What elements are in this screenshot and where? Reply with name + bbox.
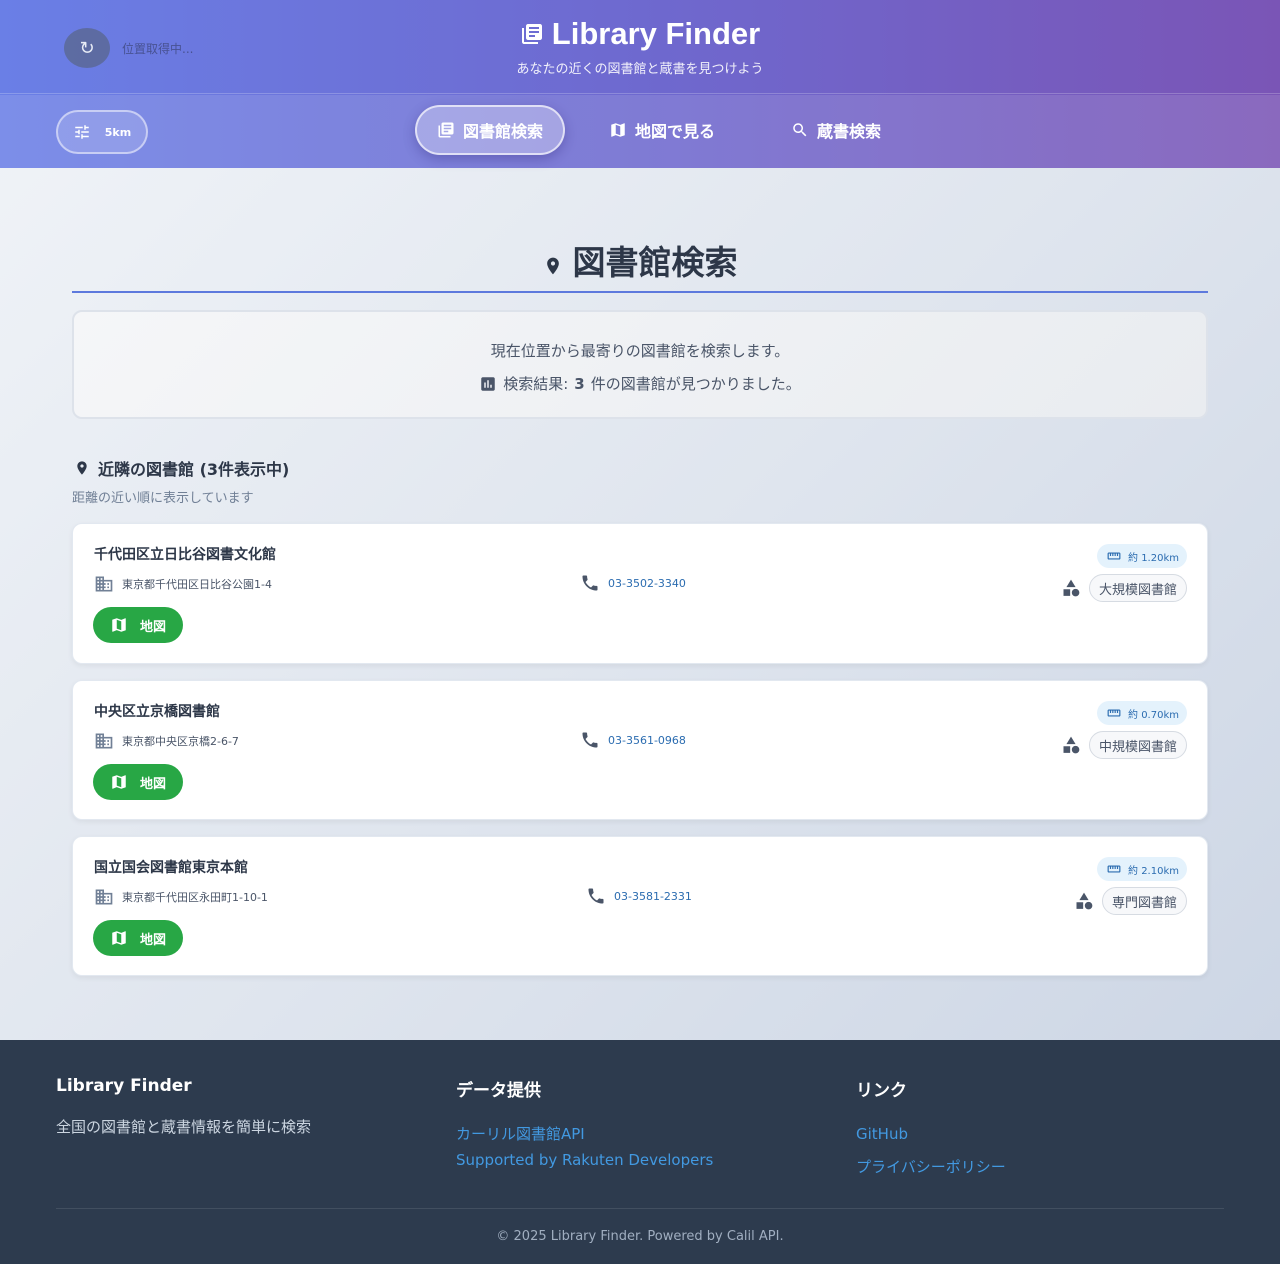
footer: Library Finder 全国の図書館と蔵書情報を簡単に検索 データ提供 カ… bbox=[0, 1040, 1280, 1264]
distance-text: 約 0.70km bbox=[1128, 709, 1179, 721]
footer-links: リンク GitHub プライバシーポリシー bbox=[856, 1076, 1006, 1180]
category-icon bbox=[1061, 578, 1081, 598]
github-link[interactable]: GitHub bbox=[856, 1121, 1006, 1147]
map-button[interactable]: 地図 bbox=[93, 920, 183, 956]
map-icon bbox=[110, 616, 128, 634]
distance-badge: 約 1.20km bbox=[1097, 544, 1187, 568]
app-title: Library Finder bbox=[520, 16, 760, 52]
tab-map-view[interactable]: 地図で見る bbox=[589, 105, 735, 155]
distance-badge: 約 0.70km bbox=[1097, 701, 1187, 725]
phone-link[interactable]: 03-3502-3340 bbox=[608, 577, 686, 590]
phone-icon bbox=[586, 886, 606, 906]
map-icon bbox=[110, 929, 128, 947]
header-top: ↻ 位置取得中... Library Finder あなたの近くの図書館と蔵書を… bbox=[0, 0, 1280, 94]
header-nav: 5km 図書館検索 地図で見る 蔵書検索 bbox=[0, 95, 1280, 168]
map-button-label: 地図 bbox=[139, 619, 166, 635]
section-title-text: 近隣の図書館 (3件表示中) bbox=[98, 460, 290, 479]
search-icon bbox=[791, 121, 809, 139]
footer-data-title: データ提供 bbox=[456, 1081, 541, 1101]
library-name: 国立国会図書館東京本館 bbox=[94, 860, 248, 876]
distance-badge: 約 2.10km bbox=[1097, 857, 1187, 881]
phone-link[interactable]: 03-3561-0968 bbox=[608, 734, 686, 747]
library-address-text: 東京都千代田区永田町1-10-1 bbox=[122, 891, 268, 904]
footer-divider bbox=[56, 1208, 1224, 1209]
section-title: 近隣の図書館 (3件表示中) bbox=[74, 456, 289, 480]
library-type-badge: 大規模図書館 bbox=[1088, 574, 1187, 602]
footer-data-sources: データ提供 カーリル図書館API Supported by Rakuten De… bbox=[456, 1076, 713, 1173]
library-phone: 03-3502-3340 bbox=[580, 573, 686, 593]
footer-description: 全国の図書館と蔵書情報を簡単に検索 bbox=[56, 1118, 312, 1136]
tab-label: 図書館検索 bbox=[462, 122, 543, 141]
category-icon bbox=[1074, 891, 1094, 911]
building-icon bbox=[94, 887, 114, 907]
tab-library-search[interactable]: 図書館検索 bbox=[414, 105, 565, 155]
library-name: 千代田区立日比谷図書文化館 bbox=[94, 547, 276, 563]
building-icon bbox=[94, 574, 114, 594]
map-icon bbox=[609, 121, 627, 139]
library-icon bbox=[520, 22, 544, 46]
search-info-box: 現在位置から最寄りの図書館を検索します。 検索結果: 3 件の図書館が見つかりま… bbox=[72, 310, 1208, 419]
footer-brand-title: Library Finder bbox=[56, 1076, 192, 1096]
ruler-icon bbox=[1105, 549, 1123, 563]
main-tabs: 図書館検索 地図で見る 蔵書検索 bbox=[0, 105, 1280, 155]
privacy-policy-link[interactable]: プライバシーポリシー bbox=[856, 1154, 1006, 1180]
library-card[interactable]: 国立国会図書館東京本館 東京都千代田区永田町1-10-1 03-3581-233… bbox=[72, 836, 1208, 976]
page-title-text: 図書館検索 bbox=[572, 243, 738, 282]
calil-api-link[interactable]: カーリル図書館API bbox=[456, 1121, 713, 1147]
app-title-text: Library Finder bbox=[551, 16, 761, 51]
library-phone: 03-3561-0968 bbox=[580, 730, 686, 750]
phone-icon bbox=[580, 573, 600, 593]
result-prefix: 検索結果: bbox=[503, 375, 569, 393]
distance-text: 約 1.20km bbox=[1128, 552, 1179, 564]
bar-chart-icon bbox=[479, 375, 497, 393]
library-address-text: 東京都中央区京橋2-6-7 bbox=[122, 735, 239, 748]
search-result-summary: 検索結果: 3 件の図書館が見つかりました。 bbox=[479, 373, 801, 394]
map-button-label: 地図 bbox=[139, 776, 166, 792]
tab-label: 地図で見る bbox=[634, 122, 715, 141]
map-button[interactable]: 地図 bbox=[93, 764, 183, 800]
app-header: ↻ 位置取得中... Library Finder あなたの近くの図書館と蔵書を… bbox=[0, 0, 1280, 168]
library-address: 東京都千代田区永田町1-10-1 bbox=[94, 887, 268, 907]
library-address: 東京都千代田区日比谷公園1-4 bbox=[94, 574, 272, 594]
library-type-badge: 専門図書館 bbox=[1101, 887, 1187, 915]
library-phone: 03-3581-2331 bbox=[586, 886, 692, 906]
library-name: 中央区立京橋図書館 bbox=[94, 704, 220, 720]
brand: Library Finder あなたの近くの図書館と蔵書を見つけよう bbox=[0, 16, 1280, 77]
library-type-badge: 中規模図書館 bbox=[1088, 731, 1187, 759]
result-count: 3 bbox=[574, 374, 585, 393]
page-title: 図書館検索 bbox=[72, 236, 1208, 293]
distance-text: 約 2.10km bbox=[1128, 865, 1179, 877]
library-type: 専門図書館 bbox=[1074, 887, 1187, 915]
ruler-icon bbox=[1105, 706, 1123, 720]
library-card[interactable]: 中央区立京橋図書館 東京都中央区京橋2-6-7 03-3561-0968 地図 … bbox=[72, 680, 1208, 820]
phone-icon bbox=[580, 730, 600, 750]
tab-book-search[interactable]: 蔵書検索 bbox=[771, 105, 901, 155]
building-icon bbox=[94, 731, 114, 751]
library-card[interactable]: 千代田区立日比谷図書文化館 東京都千代田区日比谷公園1-4 03-3502-33… bbox=[72, 523, 1208, 664]
tab-label: 蔵書検索 bbox=[817, 122, 882, 141]
footer-about: Library Finder 全国の図書館と蔵書情報を簡単に検索 bbox=[56, 1076, 311, 1137]
library-type: 大規模図書館 bbox=[1061, 574, 1187, 602]
library-icon bbox=[437, 121, 455, 139]
library-type: 中規模図書館 bbox=[1061, 731, 1187, 759]
rakuten-link[interactable]: Supported by Rakuten Developers bbox=[456, 1147, 713, 1173]
ruler-icon bbox=[1105, 862, 1123, 876]
library-address-text: 東京都千代田区日比谷公園1-4 bbox=[122, 578, 272, 591]
app-subtitle: あなたの近くの図書館と蔵書を見つけよう bbox=[516, 62, 764, 77]
info-description: 現在位置から最寄りの図書館を検索します。 bbox=[490, 342, 790, 360]
result-suffix: 件の図書館が見つかりました。 bbox=[590, 375, 801, 393]
map-button[interactable]: 地図 bbox=[93, 607, 183, 643]
library-address: 東京都中央区京橋2-6-7 bbox=[94, 731, 239, 751]
copyright: © 2025 Library Finder. Powered by Calil … bbox=[496, 1229, 784, 1244]
location-pin-icon bbox=[543, 242, 563, 278]
category-icon bbox=[1061, 735, 1081, 755]
map-button-label: 地図 bbox=[139, 932, 166, 948]
section-subtitle: 距離の近い順に表示しています bbox=[72, 491, 254, 506]
map-icon bbox=[110, 773, 128, 791]
footer-links-title: リンク bbox=[856, 1081, 907, 1101]
location-pin-icon bbox=[74, 459, 90, 477]
phone-link[interactable]: 03-3581-2331 bbox=[614, 890, 692, 903]
